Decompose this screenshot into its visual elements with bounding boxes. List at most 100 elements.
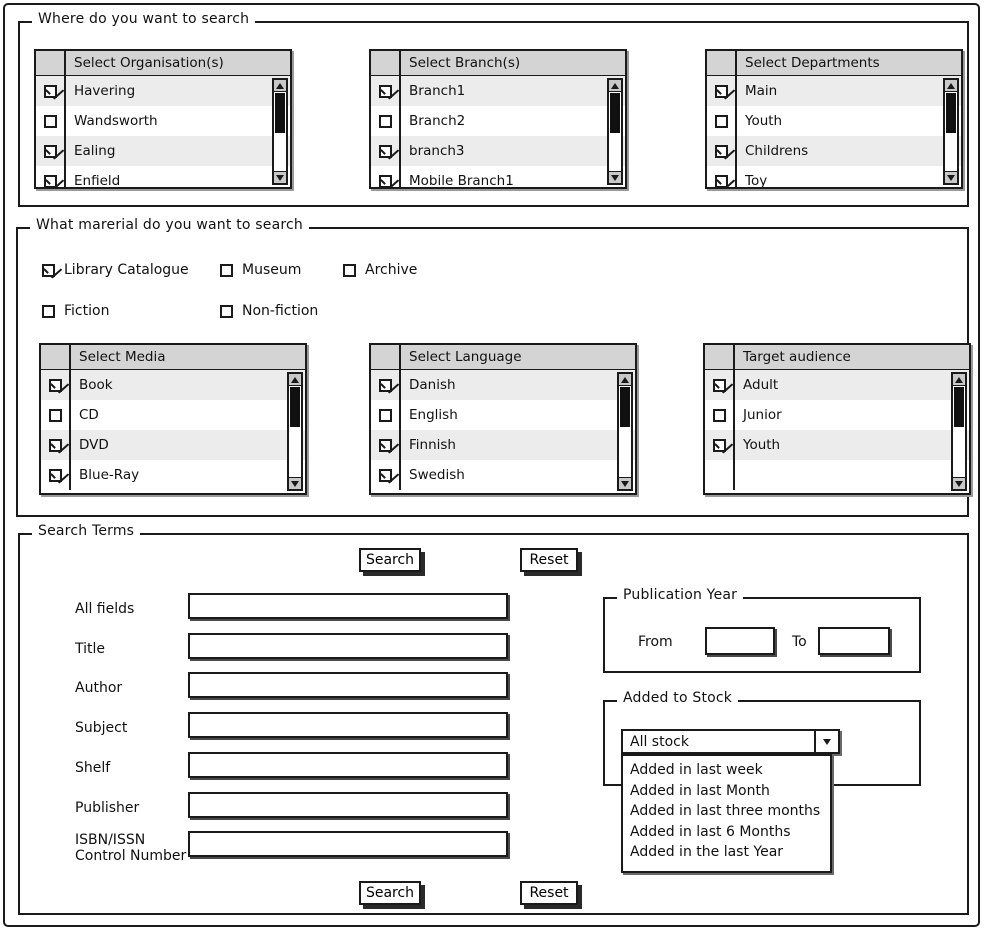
search-field-input[interactable] (188, 791, 508, 818)
list-item-checkbox-cell[interactable] (371, 76, 401, 106)
search-field-input[interactable] (188, 712, 508, 739)
checkbox-checked-icon[interactable] (378, 378, 392, 392)
scrollbar-audience[interactable] (951, 372, 967, 491)
list-item-checkbox-cell[interactable] (36, 136, 66, 166)
list-item[interactable]: Wandsworth (36, 106, 290, 136)
scrollbar-organisations[interactable] (272, 78, 288, 185)
list-item-checkbox-cell[interactable] (371, 400, 401, 430)
combobox-option[interactable]: Added in last Month (623, 781, 830, 802)
list-item-checkbox-cell[interactable] (41, 400, 71, 430)
scroll-down-arrow-icon[interactable] (953, 477, 965, 489)
search-button-top[interactable]: Search (359, 548, 421, 572)
list-item[interactable]: Blue-Ray (41, 460, 305, 490)
search-field-input[interactable] (188, 831, 508, 858)
checkbox-checked-icon[interactable] (378, 144, 392, 158)
scroll-down-arrow-icon[interactable] (274, 171, 286, 183)
checkbox-unchecked-icon[interactable] (714, 114, 728, 128)
list-item[interactable]: Youth (705, 430, 969, 460)
added-to-stock-combobox[interactable]: All stock (621, 729, 840, 754)
list-item[interactable]: English (371, 400, 635, 430)
list-item[interactable]: Book (41, 370, 305, 400)
option-fiction[interactable]: Fiction (42, 303, 109, 319)
listbox-branches[interactable]: Select Branch(s) Branch1 Branch2 branch3 Mo… (369, 49, 627, 189)
list-item[interactable]: CD (41, 400, 305, 430)
scroll-down-arrow-icon[interactable] (289, 477, 301, 489)
scroll-thumb[interactable] (954, 387, 964, 427)
listbox-media[interactable]: Select Media Book CD DVD Blue-Ray (39, 343, 307, 495)
list-item-checkbox-cell[interactable] (371, 166, 401, 187)
publication-year-from-input[interactable] (705, 627, 775, 655)
list-item-checkbox-cell[interactable] (36, 166, 66, 187)
scroll-up-arrow-icon[interactable] (945, 80, 957, 92)
checkbox-checked-icon[interactable] (712, 378, 726, 392)
listbox-audience[interactable]: Target audience Adult Junior Youth (703, 343, 971, 495)
reset-button-bottom[interactable]: Reset (520, 881, 578, 905)
scroll-down-arrow-icon[interactable] (609, 171, 621, 183)
checkbox-checked-icon[interactable] (378, 468, 392, 482)
list-item-checkbox-cell[interactable] (707, 106, 737, 136)
checkbox-checked-icon[interactable] (378, 438, 392, 452)
list-item-checkbox-cell[interactable] (371, 136, 401, 166)
checkbox-checked-icon[interactable] (714, 174, 728, 187)
list-item-checkbox-cell[interactable] (705, 460, 735, 490)
list-item-checkbox-cell[interactable] (707, 136, 737, 166)
checkbox-unchecked-icon[interactable] (712, 408, 726, 422)
list-item-checkbox-cell[interactable] (371, 430, 401, 460)
scroll-thumb[interactable] (275, 93, 285, 133)
search-field-input[interactable] (188, 751, 508, 778)
list-item[interactable]: Ealing (36, 136, 290, 166)
list-item-checkbox-cell[interactable] (707, 76, 737, 106)
search-button-bottom[interactable]: Search (359, 881, 421, 905)
checkbox-checked-icon[interactable] (378, 84, 392, 98)
search-field-input[interactable] (188, 632, 508, 659)
scroll-up-arrow-icon[interactable] (274, 80, 286, 92)
list-item[interactable]: Youth (707, 106, 961, 136)
scroll-up-arrow-icon[interactable] (619, 374, 631, 386)
checkbox-checked-icon[interactable] (712, 438, 726, 452)
list-item-checkbox-cell[interactable] (707, 166, 737, 187)
listbox-departments[interactable]: Select Departments Main Youth Childrens Toy (705, 49, 963, 189)
search-field-input[interactable] (188, 672, 508, 699)
checkbox-museum-icon[interactable] (220, 263, 233, 277)
checkbox-archive-icon[interactable] (343, 263, 356, 277)
scroll-thumb[interactable] (946, 93, 956, 133)
scrollbar-departments[interactable] (943, 78, 959, 185)
publication-year-to-input[interactable] (818, 627, 890, 655)
checkbox-unchecked-icon[interactable] (378, 408, 392, 422)
added-to-stock-options-list[interactable]: Added in last week Added in last Month Add… (621, 754, 832, 873)
checkbox-checked-icon[interactable] (48, 438, 62, 452)
list-item-checkbox-cell[interactable] (36, 76, 66, 106)
checkbox-non-fiction-icon[interactable] (220, 304, 233, 318)
listbox-language[interactable]: Select Language Danish English Finnish Swed… (369, 343, 637, 495)
combobox-option[interactable]: Added in last 6 Months (623, 822, 830, 843)
list-item-checkbox-cell[interactable] (371, 370, 401, 400)
checkbox-unchecked-icon[interactable] (378, 114, 392, 128)
list-item[interactable]: Swedish (371, 460, 635, 490)
listbox-organisations[interactable]: Select Organisation(s) Havering Wandswort… (34, 49, 292, 189)
checkbox-checked-icon[interactable] (43, 84, 57, 98)
option-library-catalogue[interactable]: Library Catalogue (42, 262, 189, 278)
combobox-option[interactable]: Added in the last Year (623, 842, 830, 863)
option-non-fiction[interactable]: Non-fiction (220, 303, 318, 319)
list-item[interactable]: Adult (705, 370, 969, 400)
checkbox-checked-icon[interactable] (714, 144, 728, 158)
scroll-up-arrow-icon[interactable] (289, 374, 301, 386)
list-item-checkbox-cell[interactable] (41, 370, 71, 400)
list-item[interactable]: Branch1 (371, 76, 625, 106)
list-item[interactable]: Branch2 (371, 106, 625, 136)
list-item[interactable]: Childrens (707, 136, 961, 166)
checkbox-checked-icon[interactable] (714, 84, 728, 98)
list-item-checkbox-cell[interactable] (705, 370, 735, 400)
list-item[interactable]: Toy (707, 166, 961, 187)
list-item[interactable]: Danish (371, 370, 635, 400)
list-item[interactable]: Main (707, 76, 961, 106)
list-item-checkbox-cell[interactable] (371, 460, 401, 490)
scrollbar-media[interactable] (287, 372, 303, 491)
list-item[interactable]: Finnish (371, 430, 635, 460)
scroll-down-arrow-icon[interactable] (945, 171, 957, 183)
scroll-thumb[interactable] (620, 387, 630, 427)
combobox-option[interactable]: Added in last three months (623, 801, 830, 822)
list-item-checkbox-cell[interactable] (41, 430, 71, 460)
scroll-thumb[interactable] (610, 93, 620, 133)
list-item-checkbox-cell[interactable] (36, 106, 66, 136)
